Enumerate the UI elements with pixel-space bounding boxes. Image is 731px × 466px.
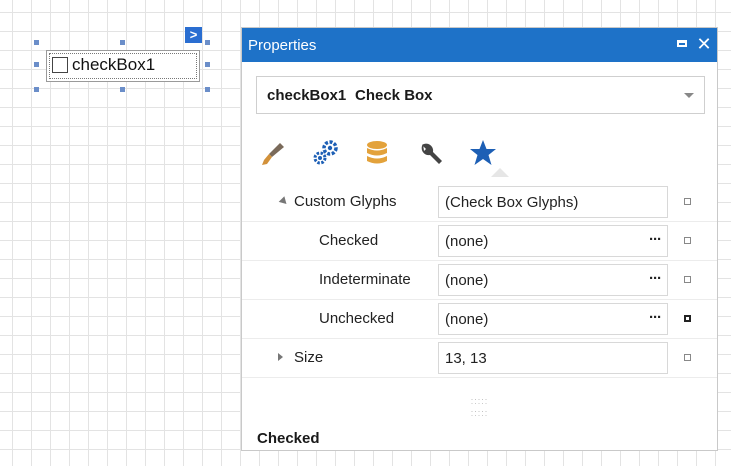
resize-handle-bottom-left[interactable] (34, 87, 39, 92)
property-grid: Custom Glyphs (Check Box Glyphs) Checked… (242, 183, 717, 378)
checkbox-square[interactable] (52, 57, 68, 73)
property-value[interactable]: 13, 13 (438, 342, 668, 374)
object-selector[interactable]: checkBox1 Check Box (256, 76, 705, 114)
property-value[interactable]: (none) ··· (438, 264, 668, 296)
description-splitter[interactable]: :::::::::: (242, 395, 717, 418)
selected-object-name: checkBox1 (267, 87, 347, 104)
resize-handle-top[interactable] (120, 40, 125, 45)
title-bar: Properties ✕ (242, 28, 717, 62)
property-label: Custom Glyphs (294, 193, 397, 210)
maximize-icon[interactable] (673, 34, 693, 54)
properties-window: Properties ✕ checkBox1 Check Box Custom … (241, 27, 718, 451)
default-value-marker-icon (684, 276, 691, 283)
default-value-marker-icon (684, 198, 691, 205)
default-value-marker-icon (684, 354, 691, 361)
chevron-down-icon (684, 93, 694, 98)
property-label: Unchecked (319, 310, 395, 327)
description-title: Checked (257, 430, 320, 447)
property-row-custom-glyphs[interactable]: Custom Glyphs (Check Box Glyphs) (242, 183, 717, 222)
resize-handle-left[interactable] (34, 62, 39, 67)
property-label: Size (294, 349, 324, 366)
property-label: Indeterminate (319, 271, 411, 288)
property-value[interactable]: (none) ··· (438, 303, 668, 335)
selected-object-type: Check Box (355, 87, 433, 104)
ellipsis-button[interactable]: ··· (649, 270, 662, 287)
modified-value-marker-icon (684, 315, 691, 322)
property-label: Checked (319, 232, 379, 249)
property-row-size[interactable]: Size 13, 13 (242, 339, 717, 378)
resize-handle-top-left[interactable] (34, 40, 39, 45)
property-value[interactable]: (none) ··· (438, 225, 668, 257)
active-tab-indicator (491, 168, 509, 177)
expand-arrow-icon[interactable] (278, 353, 283, 361)
resize-handle-right[interactable] (205, 62, 210, 67)
close-icon[interactable]: ✕ (694, 34, 714, 54)
checkbox-control[interactable]: checkBox1 > (34, 27, 210, 92)
property-row-checked[interactable]: Checked (none) ··· (242, 222, 717, 261)
checkbox-label: checkBox1 (72, 55, 156, 74)
resize-handle-bottom-right[interactable] (205, 87, 210, 92)
property-value[interactable]: (Check Box Glyphs) (438, 186, 668, 218)
favorites-icon[interactable] (466, 136, 500, 170)
resize-handle-bottom[interactable] (120, 87, 125, 92)
default-value-marker-icon (684, 237, 691, 244)
appearance-icon[interactable] (256, 136, 290, 170)
window-title: Properties (248, 37, 317, 54)
behavior-icon[interactable] (308, 136, 342, 170)
ellipsis-button[interactable]: ··· (649, 309, 662, 326)
resize-handle-top-right[interactable] (205, 40, 210, 45)
data-icon[interactable] (360, 136, 394, 170)
collapse-arrow-icon[interactable] (278, 196, 290, 207)
smart-tag-button[interactable]: > (185, 27, 202, 43)
property-row-unchecked[interactable]: Unchecked (none) ··· (242, 300, 717, 339)
layout-icon[interactable] (414, 136, 448, 170)
ellipsis-button[interactable]: ··· (649, 231, 662, 248)
property-row-indeterminate[interactable]: Indeterminate (none) ··· (242, 261, 717, 300)
